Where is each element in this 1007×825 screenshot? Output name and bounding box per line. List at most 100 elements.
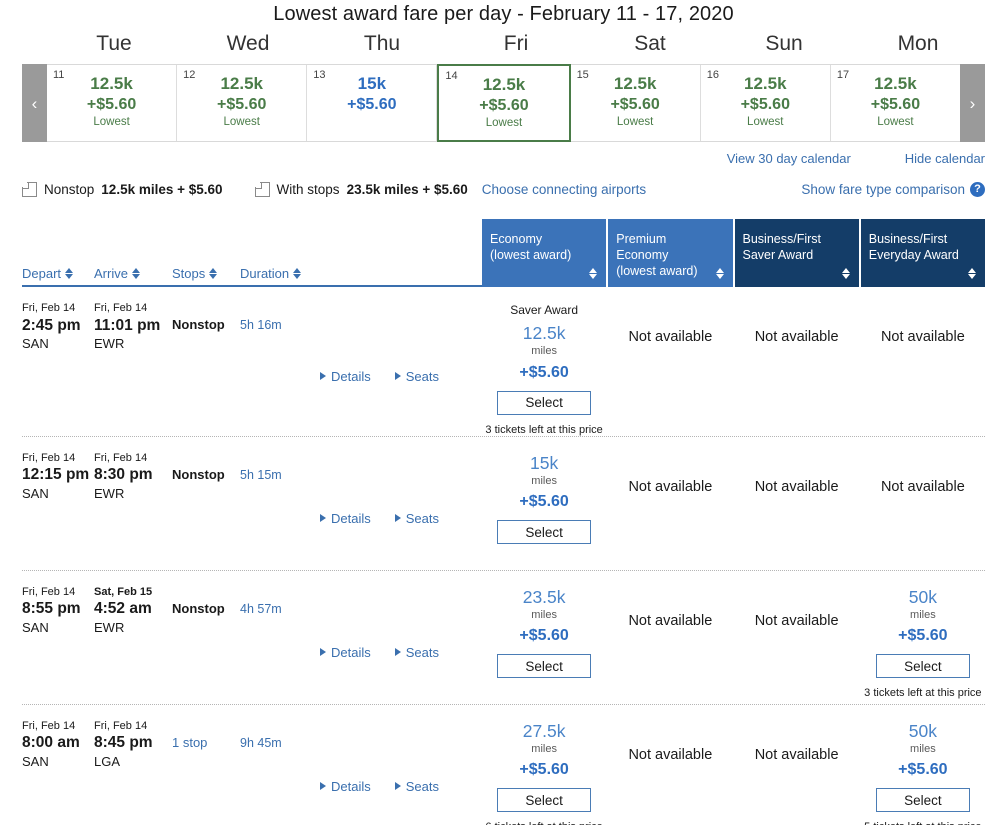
fare-cell: Not available [608,301,732,436]
calendar-prev-arrow-icon[interactable]: ‹ [22,64,47,142]
calendar-day-miles: 15k [307,74,436,95]
calendar-day-fee: +$5.60 [307,95,436,114]
column-header-arrive[interactable]: Arrive [94,266,172,281]
fare-column-header[interactable]: Economy(lowest award) [482,219,606,287]
calendar-day-number: 12 [183,69,195,81]
depart-time: 8:00 am [22,733,94,753]
hide-calendar-link[interactable]: Hide calendar [905,151,985,166]
day-of-week-label: Fri [449,32,583,56]
fare-cell: 15kmiles+$5.60Select [482,451,606,570]
stops-value[interactable]: 1 stop [172,719,240,825]
details-link[interactable]: Details [320,735,371,825]
help-icon[interactable]: ? [970,182,985,197]
seats-link[interactable]: Seats [395,735,439,825]
sort-arrows-icon[interactable] [293,268,301,279]
day-of-week-label: Thu [315,32,449,56]
view-30-day-calendar-link[interactable]: View 30 day calendar [727,151,851,166]
calendar-day-cell[interactable]: 1712.5k+$5.60Lowest [831,65,960,141]
calendar-next-arrow-icon[interactable]: › [960,64,985,142]
choose-connecting-airports-link[interactable]: Choose connecting airports [482,182,646,197]
column-header-stops[interactable]: Stops [172,266,240,281]
calendar-day-cell[interactable]: 1112.5k+$5.60Lowest [47,65,177,141]
calendar-day-fee: +$5.60 [701,95,830,114]
tickets-left-text: 3 tickets left at this price [482,424,606,436]
duration-value[interactable]: 9h 45m [240,719,320,825]
seats-link[interactable]: Seats [395,317,439,436]
not-available-text: Not available [608,587,732,629]
table-row: Fri, Feb 148:55 pmSANSat, Feb 154:52 amE… [22,571,985,705]
select-button[interactable]: Select [497,654,591,678]
calendar-day-cell[interactable]: 1512.5k+$5.60Lowest [571,65,701,141]
fare-cell: Not available [608,451,732,570]
fare-cell: Not available [735,585,859,704]
stops-value: Nonstop [172,301,240,436]
with-stops-checkbox[interactable] [255,182,270,197]
flight-info: Fri, Feb 142:45 pmSANFri, Feb 1411:01 pm… [22,301,482,436]
fare-cell: Saver Award12.5kmiles+$5.60Select3 ticke… [482,301,606,436]
sort-arrows-icon[interactable] [716,268,724,279]
with-stops-filter[interactable]: With stops 23.5k miles + $5.60 [255,182,468,197]
sort-arrows-icon[interactable] [132,268,140,279]
calendar-day-cell[interactable]: 1612.5k+$5.60Lowest [701,65,831,141]
not-available-text: Not available [861,303,985,345]
not-available-text: Not available [608,453,732,495]
fare-cell: Not available [735,719,859,825]
nonstop-label: Nonstop [44,182,94,197]
arrive-segment: Fri, Feb 1411:01 pmEWR [94,301,172,436]
details-link[interactable]: Details [320,467,371,570]
depart-date: Fri, Feb 14 [22,719,94,734]
select-button[interactable]: Select [497,520,591,544]
calendar-day-cell[interactable]: 1212.5k+$5.60Lowest [177,65,307,141]
fare-column-header[interactable]: Business/FirstEveryday Award [861,219,985,287]
fare-column-header[interactable]: PremiumEconomy(lowest award) [608,219,732,287]
fare-cell: 50kmiles+$5.60Select5 tickets left at th… [861,719,985,825]
depart-segment: Fri, Feb 148:00 amSAN [22,719,94,825]
row-actions: Details Seats [320,451,439,570]
depart-time: 2:45 pm [22,316,94,336]
fare-cells: 23.5kmiles+$5.60SelectNot availableNot a… [482,585,985,704]
calendar-title: Lowest award fare per day - February 11 … [0,0,1007,26]
flight-info: Fri, Feb 1412:15 pmSANFri, Feb 148:30 pm… [22,451,482,570]
select-button[interactable]: Select [497,391,591,415]
calendar-day-fee: +$5.60 [571,95,700,114]
fare-fee: +$5.60 [482,761,606,779]
duration-value[interactable]: 5h 15m [240,451,320,570]
select-button[interactable]: Select [876,788,970,812]
seats-link[interactable]: Seats [395,601,439,704]
sort-arrows-icon[interactable] [968,268,976,279]
sort-arrows-icon[interactable] [65,268,73,279]
select-button[interactable]: Select [497,788,591,812]
fare-cell: 50kmiles+$5.60Select3 tickets left at th… [861,585,985,704]
stops-value: Nonstop [172,585,240,704]
calendar-day-cell[interactable]: 1412.5k+$5.60Lowest [437,64,570,142]
row-actions: Details Seats [320,301,439,436]
sort-arrows-icon[interactable] [589,268,597,279]
depart-segment: Fri, Feb 142:45 pmSAN [22,301,94,436]
details-link[interactable]: Details [320,601,371,704]
calendar-day-miles: 12.5k [177,74,306,95]
seats-link[interactable]: Seats [395,467,439,570]
fare-column-header[interactable]: Business/FirstSaver Award [735,219,859,287]
fare-miles: 15k [482,453,606,473]
show-fare-type-comparison-link[interactable]: Show fare type comparison ? [801,182,985,197]
column-header-label: Arrive [94,266,128,281]
row-actions: Details Seats [320,585,439,704]
column-header-depart[interactable]: Depart [22,266,94,281]
day-of-week-label: Tue [47,32,181,56]
not-available-text: Not available [608,303,732,345]
nonstop-checkbox[interactable] [22,182,37,197]
sort-arrows-icon[interactable] [209,268,217,279]
fare-cell: Not available [608,719,732,825]
sort-arrows-icon[interactable] [842,268,850,279]
select-button[interactable]: Select [876,654,970,678]
column-header-duration[interactable]: Duration [240,266,320,281]
fare-column-header-line: Economy [490,231,598,247]
day-of-week-label: Sun [717,32,851,56]
duration-value[interactable]: 5h 16m [240,301,320,436]
row-actions: Details Seats [320,719,439,825]
duration-value[interactable]: 4h 57m [240,585,320,704]
calendar-day-cell[interactable]: 1315k+$5.60 [307,65,437,141]
arrive-time: 8:45 pm [94,733,172,753]
nonstop-filter[interactable]: Nonstop 12.5k miles + $5.60 [22,182,223,197]
details-link[interactable]: Details [320,317,371,436]
